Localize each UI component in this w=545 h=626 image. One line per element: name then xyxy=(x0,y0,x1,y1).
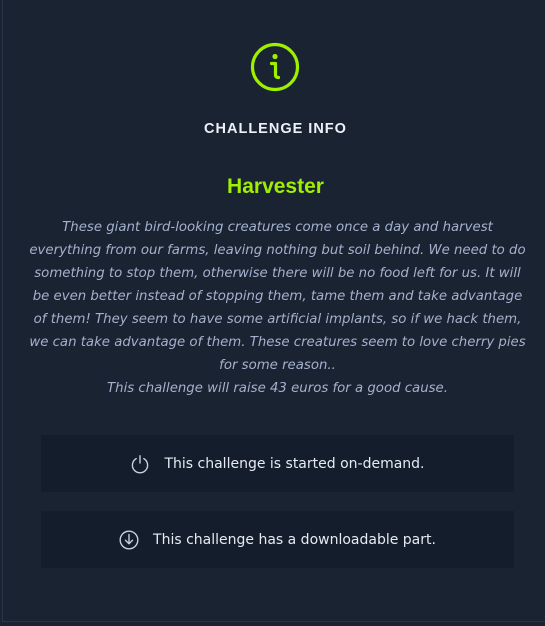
power-icon xyxy=(130,454,150,474)
info-circle-icon xyxy=(250,42,300,92)
on-demand-text: This challenge is started on-demand. xyxy=(164,455,425,472)
challenge-description: These giant bird-looking creatures come … xyxy=(29,216,526,400)
section-title: CHALLENGE INFO xyxy=(204,121,347,137)
challenge-info-panel: CHALLENGE INFO Harvester These giant bir… xyxy=(2,0,545,622)
download-icon xyxy=(119,529,139,550)
charity-note: This challenge will raise 43 euros for a… xyxy=(107,381,448,396)
on-demand-info-box: This challenge is started on-demand. xyxy=(41,435,514,492)
downloadable-info-box: This challenge has a downloadable part. xyxy=(41,511,514,568)
downloadable-text: This challenge has a downloadable part. xyxy=(153,531,436,548)
challenge-name: Harvester xyxy=(227,175,324,198)
description-text: These giant bird-looking creatures come … xyxy=(29,220,526,373)
